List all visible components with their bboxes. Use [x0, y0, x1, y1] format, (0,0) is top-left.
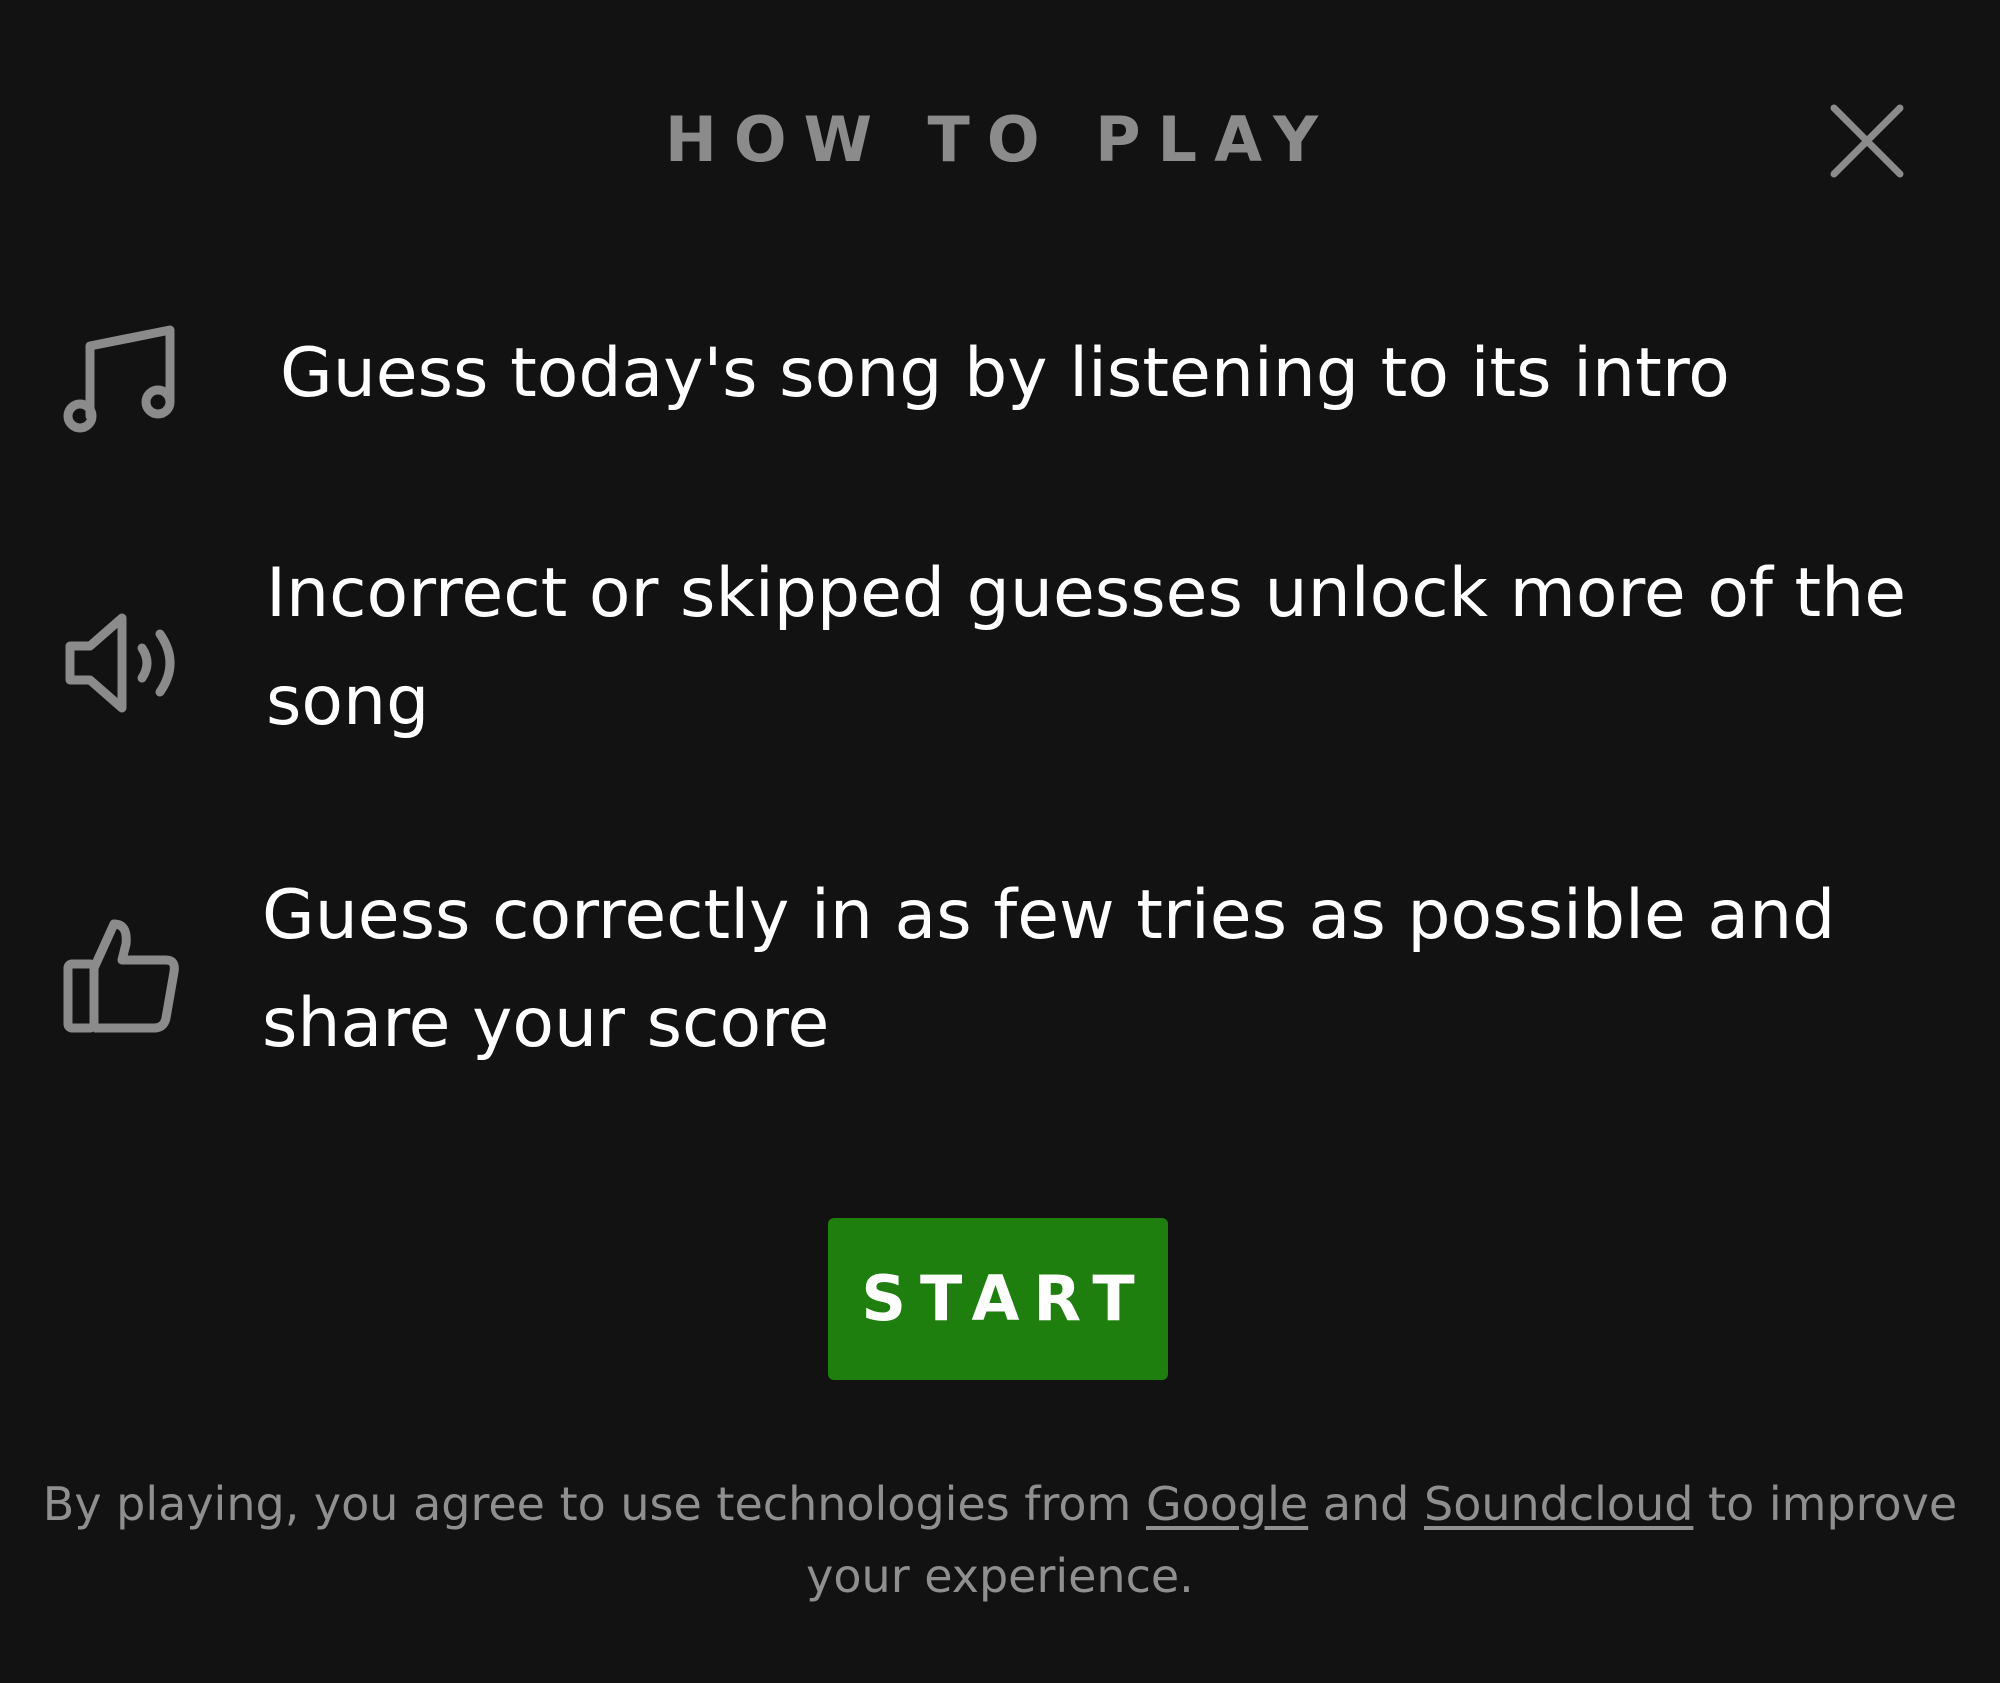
rule-item: Incorrect or skipped guesses unlock more… [0, 540, 2000, 780]
rule-text: Incorrect or skipped guesses unlock more… [266, 554, 1907, 741]
rule-item: Guess today's song by listening to its i… [0, 300, 2000, 440]
soundcloud-link[interactable]: Soundcloud [1424, 1477, 1693, 1531]
rule-text: Guess today's song by listening to its i… [280, 334, 1730, 413]
rule-item: Guess correctly in as few tries as possi… [0, 862, 2000, 1102]
google-link[interactable]: Google [1146, 1477, 1308, 1531]
rule-text: Guess correctly in as few tries as possi… [262, 876, 1836, 1063]
how-to-play-modal: HOW TO PLAY Guess today's song by listen… [0, 0, 2000, 1683]
footer-middle: and [1322, 1477, 1410, 1531]
music-note-icon [62, 308, 192, 438]
footer-prefix: By playing, you agree to use technologie… [42, 1477, 1132, 1531]
thumbs-up-icon [62, 912, 192, 1042]
close-button[interactable] [1822, 96, 1912, 186]
consent-footer: By playing, you agree to use technologie… [40, 1468, 1960, 1612]
speaker-volume-icon [62, 598, 192, 728]
close-icon [1830, 104, 1904, 178]
start-button[interactable]: START [828, 1218, 1168, 1380]
modal-title: HOW TO PLAY [664, 103, 1336, 176]
